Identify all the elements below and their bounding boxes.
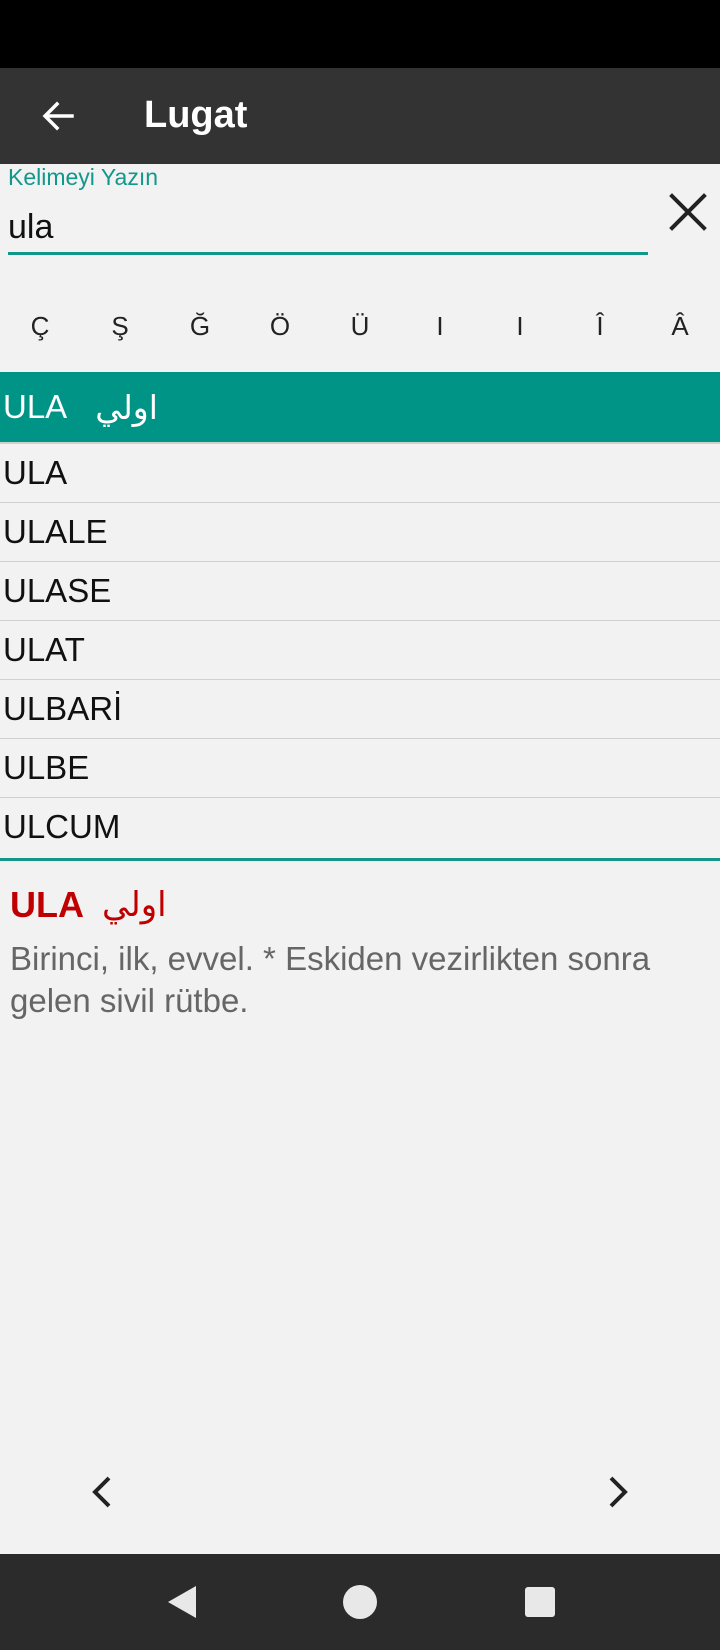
system-recents-button[interactable]: [514, 1576, 566, 1628]
selected-word-arabic: اولي: [95, 387, 158, 427]
arrow-left-icon: [42, 101, 74, 131]
definition-panel: ULA اولي Birinci, ilk, evvel. * Eskiden …: [10, 884, 710, 1022]
special-char-bar: Ç Ş Ğ Ö Ü I I Î Â: [0, 294, 720, 358]
list-item[interactable]: ULBE: [0, 739, 720, 798]
list-item[interactable]: ULCUM: [0, 798, 720, 856]
definition-word: ULA: [10, 884, 84, 925]
status-bar: [0, 0, 720, 68]
char-key-g-breve[interactable]: Ğ: [160, 294, 240, 358]
system-navigation-bar: [0, 1554, 720, 1650]
previous-button[interactable]: [72, 1462, 132, 1522]
clear-search-button[interactable]: [664, 188, 712, 236]
triangle-back-icon: [168, 1586, 196, 1618]
app-bar: Lugat: [0, 68, 720, 164]
char-key-a-circumflex[interactable]: Â: [640, 294, 720, 358]
system-home-button[interactable]: [334, 1576, 386, 1628]
close-icon: [669, 193, 707, 231]
char-key-o-umlaut[interactable]: Ö: [240, 294, 320, 358]
char-key-u-umlaut[interactable]: Ü: [320, 294, 400, 358]
list-item[interactable]: ULA: [0, 444, 720, 503]
square-recents-icon: [525, 1587, 555, 1617]
divider: [0, 858, 720, 861]
chevron-right-icon: [609, 1476, 628, 1508]
definition-text: Birinci, ilk, evvel. * Eskiden vezirlikt…: [10, 940, 651, 1019]
search-input[interactable]: [8, 202, 648, 255]
chevron-left-icon: [92, 1476, 111, 1508]
back-button[interactable]: [30, 88, 86, 144]
selected-word-item[interactable]: ULA اولي: [0, 372, 720, 444]
system-back-button[interactable]: [156, 1576, 208, 1628]
page-title: Lugat: [144, 94, 248, 136]
word-list: ULA اولي ULA ULALE ULASE ULAT ULBARİ ULB…: [0, 372, 720, 856]
definition-header: ULA اولي: [10, 884, 710, 926]
char-key-i-circumflex[interactable]: Î: [560, 294, 640, 358]
circle-home-icon: [343, 1585, 377, 1619]
definition-arabic: اولي: [102, 885, 167, 925]
selected-word-label: ULA: [3, 388, 68, 425]
search-area: Kelimeyi Yazın: [0, 164, 720, 274]
list-item[interactable]: ULAT: [0, 621, 720, 680]
list-item[interactable]: ULBARİ: [0, 680, 720, 739]
char-key-s-cedilla[interactable]: Ş: [80, 294, 160, 358]
list-item[interactable]: ULALE: [0, 503, 720, 562]
char-key-c-cedilla[interactable]: Ç: [0, 294, 80, 358]
char-key-i[interactable]: I: [480, 294, 560, 358]
next-button[interactable]: [588, 1462, 648, 1522]
list-item[interactable]: ULASE: [0, 562, 720, 621]
search-hint-label: Kelimeyi Yazın: [8, 164, 158, 190]
char-key-dotless-i[interactable]: I: [400, 294, 480, 358]
